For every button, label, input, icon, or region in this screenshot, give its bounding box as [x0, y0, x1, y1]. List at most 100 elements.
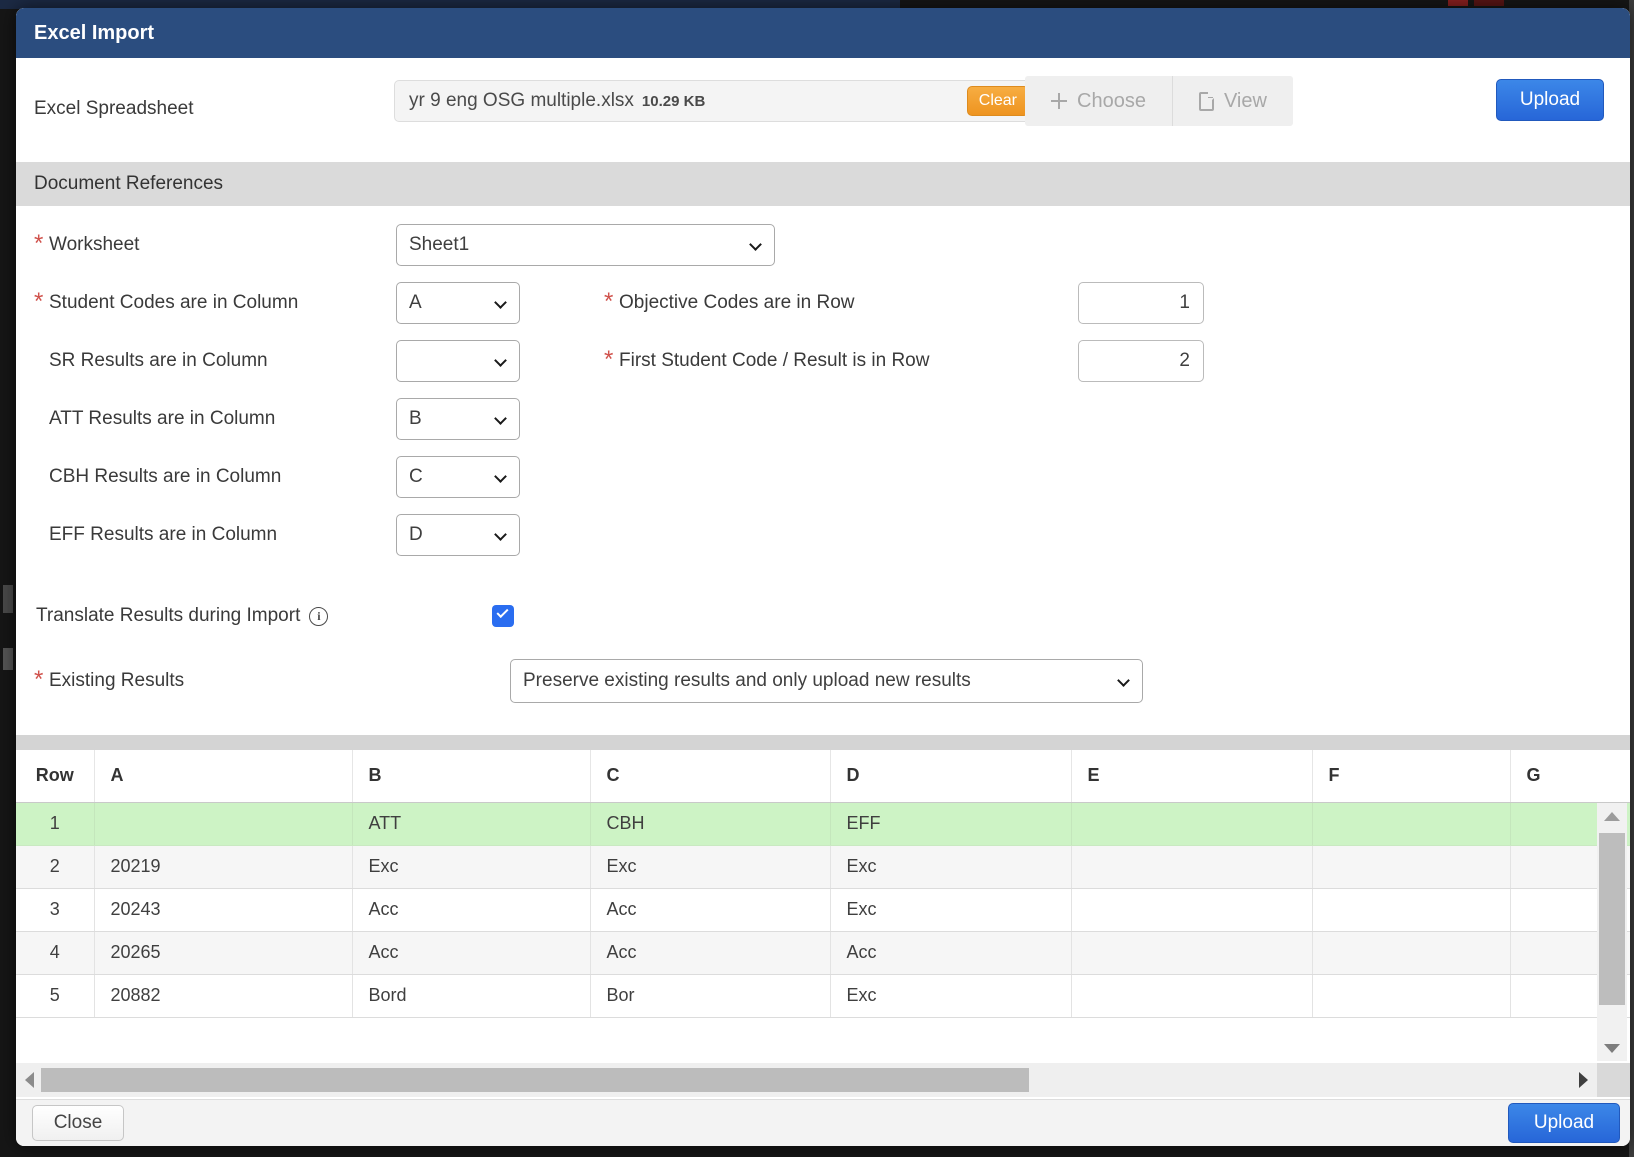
preview-table-container: Row A B C D E F G 1 ATT CBH EFF 2 20219 …: [16, 750, 1630, 1018]
chevron-down-icon: [494, 296, 507, 309]
cell: [1312, 845, 1511, 889]
chevron-down-icon: [749, 238, 762, 251]
column-header-row: Row: [16, 750, 95, 803]
att-results-selected-value: B: [409, 408, 422, 429]
cell: Acc: [590, 888, 831, 932]
view-file-button[interactable]: View: [1173, 76, 1293, 126]
column-header-b: B: [352, 750, 591, 803]
cell: [94, 802, 353, 846]
spreadsheet-preview-table: Row A B C D E F G 1 ATT CBH EFF 2 20219 …: [16, 750, 1630, 1018]
scroll-left-arrow[interactable]: [18, 1063, 40, 1097]
cell: [1312, 931, 1511, 975]
cell: Exc: [830, 845, 1072, 889]
student-codes-selected-value: A: [409, 292, 422, 313]
dialog-titlebar: Excel Import: [16, 8, 1630, 58]
att-results-column-select[interactable]: B: [396, 398, 520, 440]
clear-file-button[interactable]: Clear: [966, 86, 1029, 116]
eff-results-column-select[interactable]: D: [396, 514, 520, 556]
cell: 20265: [94, 931, 353, 975]
column-header-g: G: [1510, 750, 1630, 803]
choose-file-button[interactable]: Choose: [1025, 76, 1172, 126]
cbh-results-row: CBH Results are in Column C: [34, 456, 1630, 498]
triangle-right-icon: [1578, 1071, 1588, 1088]
objective-codes-row-input[interactable]: 1: [1078, 282, 1204, 324]
excel-spreadsheet-label: Excel Spreadsheet: [34, 98, 194, 119]
existing-results-select[interactable]: Preserve existing results and only uploa…: [510, 659, 1143, 703]
table-row: 3 20243 Acc Acc Exc: [16, 888, 1630, 932]
document-references-form: * Worksheet Sheet1 * Student Codes are i…: [16, 206, 1630, 703]
table-row: 4 20265 Acc Acc Acc: [16, 931, 1630, 975]
vertical-scrollbar[interactable]: [1597, 803, 1627, 1061]
row-number: 2: [16, 845, 95, 889]
translate-results-row: Translate Results during Import i: [36, 602, 1630, 630]
vertical-scrollbar-thumb[interactable]: [1599, 833, 1625, 1005]
column-header-f: F: [1312, 750, 1511, 803]
selected-file-box: yr 9 eng OSG multiple.xlsx 10.29 KB Clea…: [394, 80, 1036, 122]
required-asterisk: *: [34, 666, 44, 693]
close-button[interactable]: Close: [32, 1105, 124, 1141]
column-header-a: A: [94, 750, 353, 803]
info-icon[interactable]: i: [309, 606, 329, 626]
document-icon: [1198, 91, 1214, 111]
scrollbar-corner: [1597, 1062, 1630, 1097]
required-asterisk: *: [604, 288, 614, 315]
chevron-down-icon: [494, 412, 507, 425]
objective-codes-label: * Objective Codes are in Row: [604, 288, 855, 315]
row-number: 1: [16, 802, 95, 846]
table-row: 2 20219 Exc Exc Exc: [16, 845, 1630, 889]
required-asterisk: *: [604, 346, 614, 373]
eff-results-label: EFF Results are in Column: [49, 524, 278, 545]
upload-button[interactable]: Upload: [1508, 1103, 1620, 1143]
excel-import-dialog: Excel Import Excel Spreadsheet yr 9 eng …: [16, 8, 1630, 1146]
triangle-left-icon: [24, 1071, 34, 1088]
cell: [1312, 802, 1511, 846]
translate-results-checkbox[interactable]: [492, 605, 514, 627]
background-fragment: [1474, 0, 1504, 6]
sr-results-column-select[interactable]: [396, 340, 520, 382]
background-fragment: [3, 648, 13, 670]
scroll-up-arrow[interactable]: [1597, 803, 1627, 829]
column-header-c: C: [590, 750, 831, 803]
cell: Exc: [830, 974, 1072, 1018]
existing-results-label: * Existing Results: [34, 666, 185, 693]
scroll-down-arrow[interactable]: [1597, 1035, 1627, 1061]
cbh-results-selected-value: C: [409, 466, 423, 487]
cell: [1071, 845, 1313, 889]
student-codes-label: * Student Codes are in Column: [34, 288, 299, 315]
cell: Acc: [352, 888, 591, 932]
upload-file-button[interactable]: Upload: [1496, 79, 1604, 121]
horizontal-scrollbar-thumb[interactable]: [41, 1067, 1029, 1092]
cbh-results-column-select[interactable]: C: [396, 456, 520, 498]
cell: [1071, 802, 1313, 846]
file-action-group: Choose View: [1025, 76, 1293, 126]
student-codes-column-select[interactable]: A: [396, 282, 520, 324]
selected-file-size: 10.29 KB: [641, 92, 706, 110]
first-student-row-input[interactable]: 2: [1078, 340, 1204, 382]
cell: ATT: [352, 802, 591, 846]
document-references-header: Document References: [16, 162, 1630, 206]
scroll-right-arrow[interactable]: [1572, 1063, 1594, 1097]
table-header-row: Row A B C D E F G: [16, 750, 1630, 803]
worksheet-selected-value: Sheet1: [409, 234, 470, 255]
cell: CBH: [590, 802, 831, 846]
worksheet-select[interactable]: Sheet1: [396, 224, 775, 266]
dialog-footer: Close Upload: [16, 1098, 1630, 1146]
cell: [1071, 931, 1313, 975]
section-divider-band: [16, 735, 1630, 750]
eff-results-row: EFF Results are in Column D: [34, 514, 1630, 556]
student-codes-row: * Student Codes are in Column A * Object…: [34, 282, 1630, 324]
row-number: 4: [16, 931, 95, 975]
chevron-down-icon: [494, 470, 507, 483]
sr-results-label: SR Results are in Column: [49, 350, 268, 371]
cell: 20219: [94, 845, 353, 889]
row-number: 5: [16, 974, 95, 1018]
cell: [1312, 974, 1511, 1018]
cell: Exc: [830, 888, 1072, 932]
triangle-down-icon: [1604, 1043, 1620, 1053]
cell: Acc: [352, 931, 591, 975]
file-upload-row: Excel Spreadsheet yr 9 eng OSG multiple.…: [16, 58, 1630, 162]
cell: Exc: [590, 845, 831, 889]
horizontal-scrollbar[interactable]: [16, 1062, 1630, 1097]
view-file-label: View: [1223, 89, 1267, 112]
cbh-results-label: CBH Results are in Column: [49, 466, 282, 487]
